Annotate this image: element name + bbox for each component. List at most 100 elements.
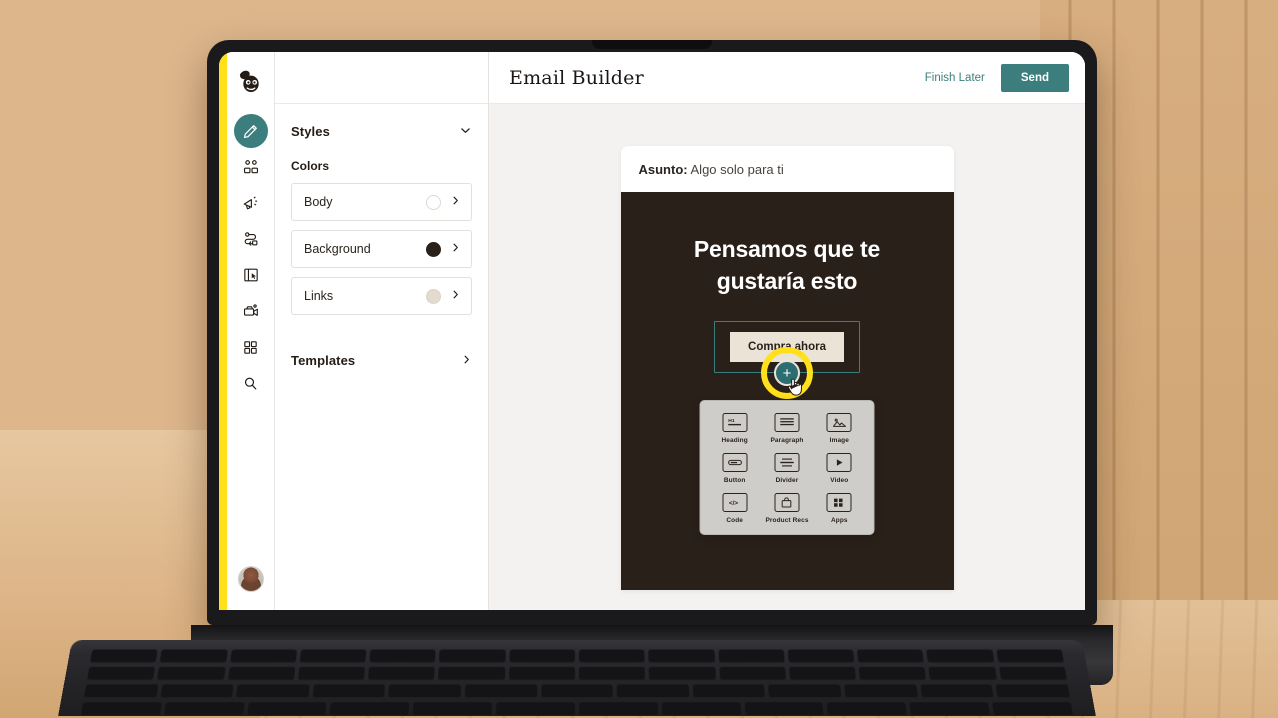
email-body: Pensamos que te gustaría esto Compra aho… [620, 192, 954, 590]
block-item-paragraph[interactable]: Paragraph [761, 413, 813, 444]
chevron-down-icon [459, 124, 472, 139]
megaphone-icon [242, 194, 260, 212]
chevron-right-icon [461, 354, 472, 368]
key [909, 702, 991, 717]
chevron-right-icon [450, 242, 461, 256]
block-item-apps[interactable]: Apps [813, 493, 865, 524]
subject-bar[interactable]: Asunto: Algo solo para ti [621, 146, 954, 192]
key [369, 649, 436, 664]
avatar[interactable] [237, 566, 264, 592]
key [826, 702, 908, 717]
key [718, 649, 785, 664]
key [83, 684, 158, 699]
block-item-image[interactable]: Image [813, 413, 865, 444]
styles-section-header[interactable]: Styles [291, 118, 472, 153]
color-row-right [426, 194, 461, 210]
color-row-label: Background [304, 242, 371, 256]
block-label: Product Recs [765, 517, 809, 524]
block-item-video[interactable]: Video [813, 453, 865, 484]
key [578, 666, 646, 681]
button-pill-icon [722, 453, 748, 472]
laptop: Styles Colors Body Background Links Temp… [191, 40, 1113, 718]
key [844, 684, 918, 699]
key [718, 666, 786, 681]
heading-h1-icon: H1 [722, 413, 748, 432]
email-heading-block[interactable]: Pensamos que te gustaría esto [651, 234, 924, 297]
global-nav-rail [227, 52, 275, 610]
sidebar-item-website[interactable] [234, 258, 268, 292]
styles-section-title: Styles [291, 124, 330, 139]
templates-section-header[interactable]: Templates [291, 347, 472, 374]
key [509, 649, 575, 664]
color-row-body[interactable]: Body [291, 183, 472, 221]
key [89, 649, 158, 664]
color-row-right [426, 241, 461, 257]
block-item-heading[interactable]: H1 Heading [709, 413, 761, 444]
brand-edge-strip [219, 52, 227, 610]
mailchimp-freddie-logo[interactable] [236, 66, 266, 96]
key [928, 666, 997, 681]
sidebar-item-content[interactable] [234, 294, 268, 328]
add-block-button[interactable]: + [774, 360, 800, 386]
block-item-code[interactable]: </> Code [709, 493, 761, 524]
block-label: Apps [830, 517, 848, 524]
key [229, 649, 297, 664]
key-row [80, 702, 1074, 717]
key [996, 649, 1064, 664]
editor-canvas: Email Builder Finish Later Send Asunto: … [489, 52, 1085, 610]
sidebar-item-integrations[interactable] [234, 330, 268, 364]
sidebar-item-audience[interactable] [234, 150, 268, 184]
color-row-right [426, 288, 461, 304]
laptop-lid: Styles Colors Body Background Links Temp… [207, 40, 1097, 625]
divider-lines-icon [774, 453, 800, 472]
block-item-button[interactable]: Button [709, 453, 761, 484]
block-item-product-recs[interactable]: Product Recs [761, 493, 813, 524]
block-label: Video [830, 477, 849, 484]
key-row [89, 649, 1064, 664]
subject-label: Asunto: [638, 162, 688, 177]
key [312, 684, 386, 699]
journey-automation-icon [242, 230, 260, 248]
sidebar-item-campaigns[interactable] [233, 114, 268, 148]
key [227, 666, 296, 681]
key [661, 702, 742, 717]
key [388, 684, 462, 699]
search-icon [242, 375, 259, 392]
key [246, 702, 327, 717]
color-row-background[interactable]: Background [291, 230, 472, 268]
apps-squares-icon [826, 493, 852, 512]
finish-later-link[interactable]: Finish Later [925, 72, 985, 84]
key [648, 649, 715, 664]
send-button[interactable]: Send [1000, 63, 1069, 92]
key [464, 684, 538, 699]
block-label: Image [829, 437, 849, 444]
shopping-bag-icon [774, 493, 800, 512]
key [648, 666, 716, 681]
color-row-label: Links [304, 289, 334, 303]
key [540, 684, 614, 699]
color-swatch [426, 288, 441, 304]
sidebar-item-automations[interactable] [234, 222, 268, 256]
key [299, 649, 367, 664]
sidebar-item-search[interactable] [234, 366, 268, 400]
key-row [83, 684, 1071, 699]
key [438, 666, 505, 681]
key [858, 666, 927, 681]
audience-people-icon [242, 158, 260, 176]
top-bar: Email Builder Finish Later Send [489, 52, 1085, 104]
apps-grid-icon [242, 339, 259, 356]
add-block-affordance: + [774, 360, 800, 386]
color-row-links[interactable]: Links [291, 277, 472, 315]
key [768, 684, 842, 699]
key [368, 666, 436, 681]
sidebar-item-marketing[interactable] [234, 186, 268, 220]
keyboard-keys [80, 649, 1074, 717]
block-item-divider[interactable]: Divider [761, 453, 813, 484]
key [692, 684, 766, 699]
cta-button[interactable]: Compra ahora [730, 332, 844, 362]
chevron-right-icon [450, 289, 461, 303]
key [86, 666, 156, 681]
key [297, 666, 366, 681]
email-preview: Asunto: Algo solo para ti Pensamos que t… [620, 146, 954, 590]
key [616, 684, 690, 699]
